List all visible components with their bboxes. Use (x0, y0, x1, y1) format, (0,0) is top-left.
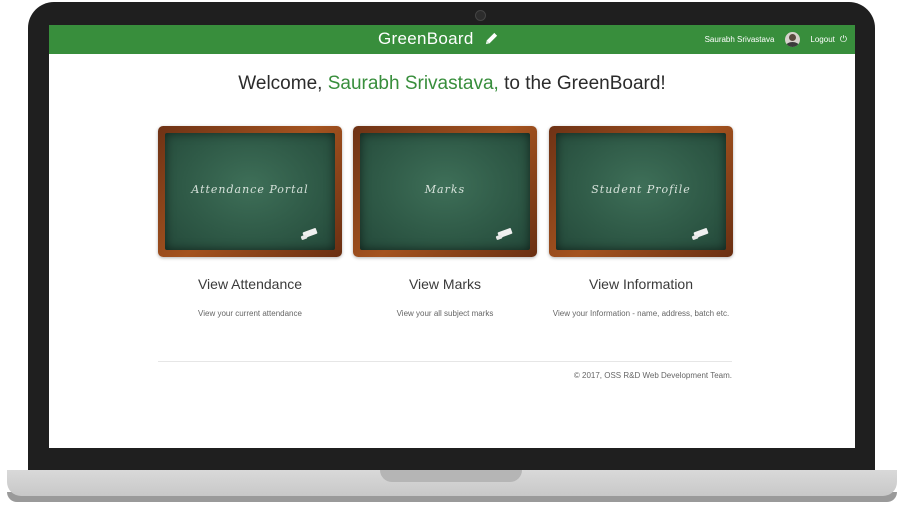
user-name[interactable]: Saurabh Srivastava (705, 35, 775, 44)
card-title[interactable]: View Marks (353, 276, 537, 292)
avatar-body (786, 42, 800, 47)
chalkboard: Marks (360, 133, 530, 250)
board-text: Marks (424, 183, 466, 196)
avatar-head (789, 34, 797, 41)
attendance-card: Attendance Portal View Attendance View y… (158, 126, 342, 320)
navbar: GreenBoard Saurabh Srivastava Logout ⏻ (49, 25, 855, 54)
marks-board-link[interactable]: Marks (353, 126, 537, 257)
board-text: Student Profile (591, 183, 691, 196)
welcome-heading: Welcome, Saurabh Srivastava, to the Gree… (49, 73, 855, 95)
camera-icon (475, 10, 486, 21)
information-board-link[interactable]: Student Profile (549, 126, 733, 257)
card-description: View your current attendance (198, 309, 302, 318)
brand-title: GreenBoard (378, 29, 474, 48)
laptop-notch (380, 470, 522, 482)
information-card: Student Profile View Information View yo… (549, 126, 733, 320)
logout-button[interactable]: Logout ⏻ (810, 34, 847, 45)
welcome-suffix: to the GreenBoard! (498, 73, 666, 94)
pencil-icon (484, 29, 499, 53)
screen: GreenBoard Saurabh Srivastava Logout ⏻ W… (49, 25, 855, 448)
footer-divider (158, 361, 732, 362)
brand-link[interactable]: GreenBoard (378, 27, 499, 51)
card-description: View your Information - name, address, b… (552, 309, 730, 318)
card-description: View your all subject marks (396, 309, 494, 318)
marks-card: Marks View Marks View your all subject m… (353, 126, 537, 320)
board-text: Attendance Portal (191, 183, 309, 196)
chalk-icon (497, 227, 513, 239)
footer-text: © 2017, OSS R&D Web Development Team. (573, 371, 732, 380)
chalk-icon (302, 227, 318, 239)
card-title[interactable]: View Information (549, 276, 733, 292)
chalk-icon (693, 227, 709, 239)
power-icon: ⏻ (839, 34, 847, 44)
chalkboard: Student Profile (556, 133, 726, 250)
logout-label: Logout (810, 35, 835, 44)
card-title[interactable]: View Attendance (158, 276, 342, 292)
attendance-board-link[interactable]: Attendance Portal (158, 126, 342, 257)
chalkboard: Attendance Portal (165, 133, 335, 250)
avatar[interactable] (785, 32, 801, 47)
welcome-user-name: Saurabh Srivastava, (327, 73, 499, 94)
welcome-prefix: Welcome, (238, 73, 328, 94)
nav-user-area: Saurabh Srivastava Logout ⏻ (705, 25, 847, 54)
